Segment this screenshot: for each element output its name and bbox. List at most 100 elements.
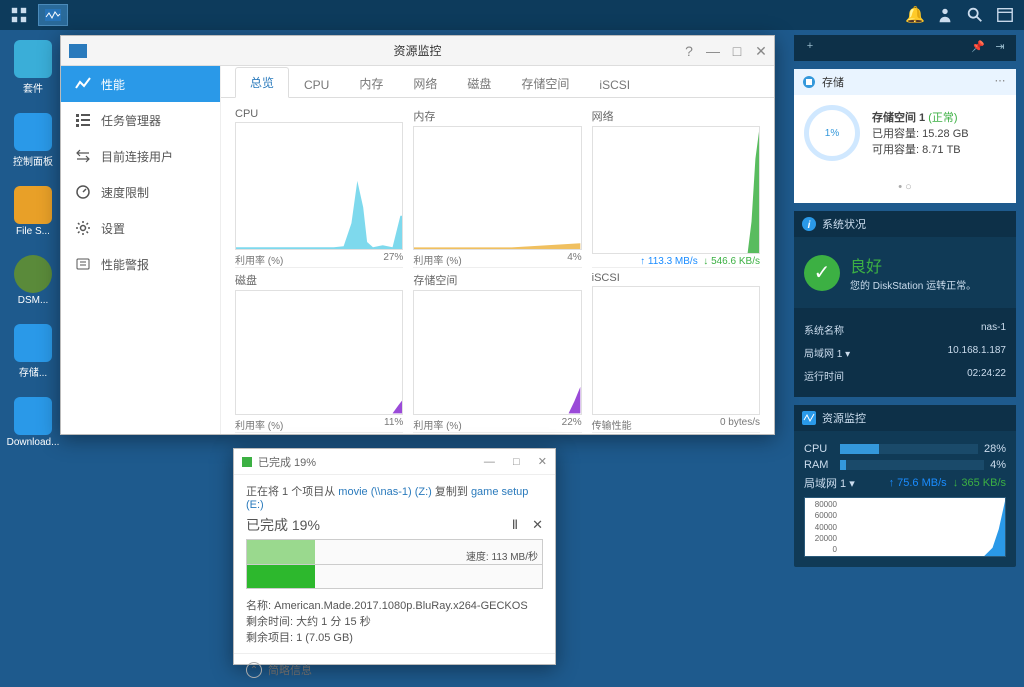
tab-iscsi[interactable]: iSCSI <box>584 71 645 98</box>
copy-titlebar[interactable]: 已完成 19% — □ ✕ <box>234 449 555 475</box>
tab-network[interactable]: 网络 <box>398 68 452 98</box>
desktop-icon-control[interactable]: 控制面板 <box>8 113 58 168</box>
info-icon: i <box>802 217 816 231</box>
chart-foot-left: 利用率 (%) <box>235 252 283 267</box>
desktop-icon-dsm[interactable]: DSM... <box>8 255 58 306</box>
chart-title: 内存 <box>413 108 581 124</box>
system-status-widget: i 系统状况 ✓ 良好 您的 DiskStation 运转正常。 系统名称nas… <box>794 211 1016 397</box>
close-icon[interactable]: ✕ <box>538 455 547 468</box>
ylabel: 40000 <box>807 523 837 532</box>
ylabel: 20000 <box>807 534 837 543</box>
net-down: ↓ 546.6 KB/s <box>703 256 760 267</box>
window-title: 资源监控 <box>393 42 441 59</box>
kv-val: 02:24:22 <box>967 368 1006 383</box>
tab-cpu[interactable]: CPU <box>289 71 344 98</box>
icon-label: File S... <box>16 226 50 237</box>
search-icon[interactable] <box>964 4 986 26</box>
copy-progress-bars: 速度: 113 MB/秒 <box>246 539 543 589</box>
tab-volume[interactable]: 存储空间 <box>506 68 584 98</box>
desktop-icon-package[interactable]: 套件 <box>8 40 58 95</box>
net-label[interactable]: 局域网 1 ▾ <box>804 475 855 491</box>
chart-iscsi[interactable]: iSCSI 传输性能0 bytes/s <box>592 272 760 432</box>
volume-used: 已用容量: 15.28 GB <box>872 125 969 141</box>
chart-foot-right: 22% <box>562 417 582 432</box>
copy-dialog: 已完成 19% — □ ✕ 正在将 1 个项目从 movie (\\nas-1)… <box>233 448 556 665</box>
chevron-up-icon: ⌃ <box>246 662 262 678</box>
icon-label: DSM... <box>18 295 49 306</box>
desktop-icons: 套件 控制面板 File S... DSM... 存储... Download.… <box>8 40 58 448</box>
volume-name: 存储空间 1 <box>872 112 925 124</box>
chart-foot-right: 11% <box>384 417 403 432</box>
close-icon[interactable]: ✕ <box>754 44 768 58</box>
minimize-icon[interactable]: — <box>706 44 720 58</box>
icon-label: 控制面板 <box>13 153 53 168</box>
minimize-icon[interactable]: — <box>484 456 495 468</box>
sidebar-label: 速度限制 <box>101 184 149 201</box>
chart-foot-left: 传输性能 <box>592 417 632 432</box>
desktop-icon-storage[interactable]: 存储... <box>8 324 58 379</box>
add-widget-button[interactable]: + <box>802 40 818 56</box>
app-icon <box>69 44 87 58</box>
notification-icon[interactable]: 🔔 <box>904 4 926 26</box>
kv-key[interactable]: 局域网 1 ▾ <box>804 345 850 360</box>
ylabel: 0 <box>807 545 837 554</box>
pin-icon[interactable]: 📌 <box>970 40 986 56</box>
collapse-icon[interactable]: ⇥ <box>992 40 1008 56</box>
tab-memory[interactable]: 内存 <box>344 68 398 98</box>
chart-foot-right: 0 bytes/s <box>720 417 760 432</box>
chart-title: 磁盘 <box>235 272 403 288</box>
desktop-icon-download[interactable]: Download... <box>8 397 58 448</box>
copy-src-link[interactable]: movie (\\nas-1) (Z:) <box>338 486 432 498</box>
chart-cpu[interactable]: CPU 利用率 (%)27% <box>235 108 403 268</box>
sidebar-label: 性能 <box>101 76 125 93</box>
chart-disk[interactable]: 磁盘 利用率 (%) 11% <box>235 272 403 432</box>
chevron-down-icon[interactable]: ⋯ <box>992 74 1008 90</box>
status-text: 良好 <box>850 253 976 277</box>
volume-status: (正常) <box>928 112 957 124</box>
main-menu-icon[interactable] <box>8 4 30 26</box>
copy-brief-toggle[interactable]: ⌃ 简略信息 <box>234 653 555 686</box>
ylabel: 60000 <box>807 511 837 520</box>
chart-foot-left: 利用率 (%) <box>413 417 461 432</box>
chart-memory[interactable]: 内存 利用率 (%)4% <box>413 108 581 268</box>
user-icon[interactable] <box>934 4 956 26</box>
widgets-icon[interactable] <box>994 4 1016 26</box>
sidebar-label: 目前连接用户 <box>101 148 173 165</box>
sidebar: 性能 任务管理器 目前连接用户 速度限制 设置 性能警报 <box>61 66 221 434</box>
sidebar-item-alerts[interactable]: 性能警报 <box>61 246 220 282</box>
sidebar-item-taskmgr[interactable]: 任务管理器 <box>61 102 220 138</box>
pause-button[interactable]: Ⅱ <box>512 517 518 533</box>
storage-widget: 存储 ⋯ 存储空间 1 (正常) 已用容量: 15.28 GB 可用容量: 8.… <box>794 69 1016 203</box>
sidebar-item-speedlimit[interactable]: 速度限制 <box>61 174 220 210</box>
pager-dots[interactable]: • ○ <box>804 181 1006 193</box>
tab-overview[interactable]: 总览 <box>235 67 289 98</box>
sidebar-item-performance[interactable]: 性能 <box>61 66 220 102</box>
ylabel: 80000 <box>807 500 837 509</box>
cpu-label: CPU <box>804 443 834 455</box>
taskbar-app-resource-monitor[interactable] <box>38 4 68 26</box>
icon-label: Download... <box>7 437 60 448</box>
maximize-icon[interactable]: □ <box>730 44 744 58</box>
kv-val: 10.168.1.187 <box>948 345 1006 360</box>
chart-network[interactable]: 网络 ↑ 113.3 MB/s ↓ 546.6 KB/s <box>592 108 760 268</box>
desktop-icon-filestation[interactable]: File S... <box>8 186 58 237</box>
sidebar-label: 性能警报 <box>101 256 149 273</box>
window-titlebar[interactable]: 资源监控 ? — □ ✕ <box>61 36 774 66</box>
storage-pie <box>804 105 860 161</box>
kv-key: 运行时间 <box>804 368 844 383</box>
cancel-button[interactable]: ✕ <box>532 517 543 533</box>
net-mini-chart: 80000 60000 40000 20000 0 <box>804 497 1006 557</box>
chart-title: 网络 <box>592 108 760 124</box>
sidebar-item-users[interactable]: 目前连接用户 <box>61 138 220 174</box>
chart-foot-left: 利用率 (%) <box>235 417 283 432</box>
help-icon[interactable]: ? <box>682 44 696 58</box>
ram-pct: 4% <box>990 459 1006 471</box>
copy-brief-label: 简略信息 <box>268 662 312 678</box>
chart-volume[interactable]: 存储空间 利用率 (%)22% <box>413 272 581 432</box>
widget-column: + 📌 ⇥ 存储 ⋯ 存储空间 1 (正常) 已用容量: 15.28 GB 可用… <box>794 35 1016 567</box>
chart-foot-left: 利用率 (%) <box>413 252 461 267</box>
maximize-icon[interactable]: □ <box>513 456 520 468</box>
kv-key: 系统名称 <box>804 322 844 337</box>
tab-disk[interactable]: 磁盘 <box>452 68 506 98</box>
sidebar-item-settings[interactable]: 设置 <box>61 210 220 246</box>
